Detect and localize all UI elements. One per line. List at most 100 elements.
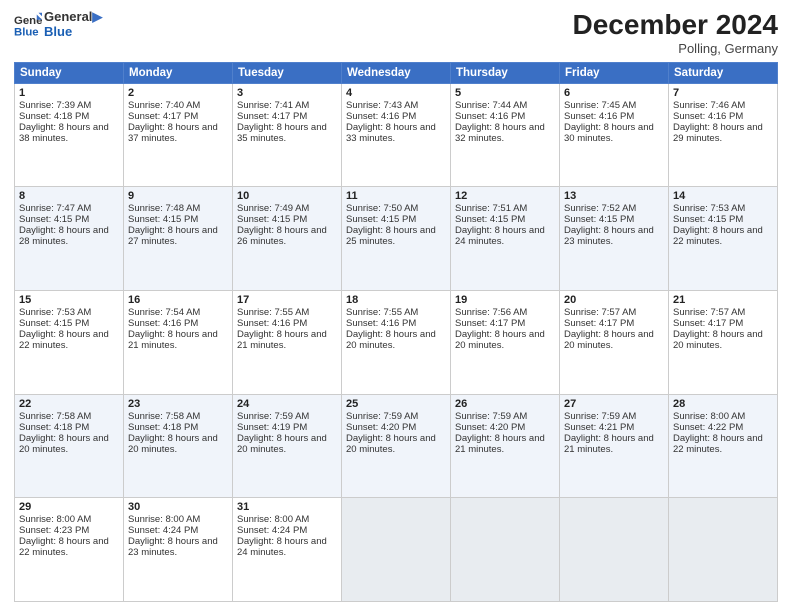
- day-number: 3: [237, 87, 337, 99]
- week-row-2: 8Sunrise: 7:47 AMSunset: 4:15 PMDaylight…: [15, 187, 778, 291]
- day-number: 2: [128, 87, 228, 99]
- sunset-text: Sunset: 4:18 PM: [19, 111, 89, 122]
- sunrise-text: Sunrise: 7:59 AM: [237, 411, 309, 422]
- sunrise-text: Sunrise: 7:53 AM: [673, 203, 745, 214]
- sunrise-text: Sunrise: 7:50 AM: [346, 203, 418, 214]
- sunrise-text: Sunrise: 8:00 AM: [237, 514, 309, 525]
- sunrise-text: Sunrise: 7:49 AM: [237, 203, 309, 214]
- daylight-text: Daylight: 8 hours and 22 minutes.: [673, 433, 763, 455]
- calendar-cell: 11Sunrise: 7:50 AMSunset: 4:15 PMDayligh…: [342, 187, 451, 291]
- calendar-cell: 22Sunrise: 7:58 AMSunset: 4:18 PMDayligh…: [15, 394, 124, 498]
- calendar-cell: 12Sunrise: 7:51 AMSunset: 4:15 PMDayligh…: [451, 187, 560, 291]
- day-number: 24: [237, 398, 337, 410]
- sunset-text: Sunset: 4:17 PM: [128, 111, 198, 122]
- sunrise-text: Sunrise: 8:00 AM: [128, 514, 200, 525]
- calendar-cell: 31Sunrise: 8:00 AMSunset: 4:24 PMDayligh…: [233, 498, 342, 602]
- sunrise-text: Sunrise: 7:58 AM: [19, 411, 91, 422]
- day-number: 27: [564, 398, 664, 410]
- calendar-cell: [669, 498, 778, 602]
- logo-line1: General▶: [44, 10, 102, 25]
- sunset-text: Sunset: 4:15 PM: [455, 214, 525, 225]
- calendar-cell: 24Sunrise: 7:59 AMSunset: 4:19 PMDayligh…: [233, 394, 342, 498]
- calendar-cell: 23Sunrise: 7:58 AMSunset: 4:18 PMDayligh…: [124, 394, 233, 498]
- calendar-cell: [560, 498, 669, 602]
- sunset-text: Sunset: 4:15 PM: [128, 214, 198, 225]
- day-header-monday: Monday: [124, 62, 233, 83]
- day-number: 12: [455, 190, 555, 202]
- calendar-cell: 8Sunrise: 7:47 AMSunset: 4:15 PMDaylight…: [15, 187, 124, 291]
- sunset-text: Sunset: 4:20 PM: [455, 422, 525, 433]
- calendar-cell: 9Sunrise: 7:48 AMSunset: 4:15 PMDaylight…: [124, 187, 233, 291]
- day-number: 11: [346, 190, 446, 202]
- sunset-text: Sunset: 4:23 PM: [19, 525, 89, 536]
- daylight-text: Daylight: 8 hours and 20 minutes.: [128, 433, 218, 455]
- calendar-cell: 26Sunrise: 7:59 AMSunset: 4:20 PMDayligh…: [451, 394, 560, 498]
- sunrise-text: Sunrise: 7:56 AM: [455, 307, 527, 318]
- day-number: 30: [128, 501, 228, 513]
- daylight-text: Daylight: 8 hours and 21 minutes.: [128, 329, 218, 351]
- title-block: December 2024 Polling, Germany: [573, 10, 778, 56]
- calendar-cell: [451, 498, 560, 602]
- day-number: 18: [346, 294, 446, 306]
- daylight-text: Daylight: 8 hours and 20 minutes.: [346, 433, 436, 455]
- day-number: 14: [673, 190, 773, 202]
- day-header-friday: Friday: [560, 62, 669, 83]
- month-title: December 2024: [573, 10, 778, 41]
- day-number: 31: [237, 501, 337, 513]
- calendar-cell: 4Sunrise: 7:43 AMSunset: 4:16 PMDaylight…: [342, 83, 451, 187]
- daylight-text: Daylight: 8 hours and 20 minutes.: [673, 329, 763, 351]
- sunset-text: Sunset: 4:18 PM: [128, 422, 198, 433]
- sunrise-text: Sunrise: 7:54 AM: [128, 307, 200, 318]
- calendar-cell: 27Sunrise: 7:59 AMSunset: 4:21 PMDayligh…: [560, 394, 669, 498]
- calendar-cell: 6Sunrise: 7:45 AMSunset: 4:16 PMDaylight…: [560, 83, 669, 187]
- day-number: 17: [237, 294, 337, 306]
- daylight-text: Daylight: 8 hours and 25 minutes.: [346, 225, 436, 247]
- daylight-text: Daylight: 8 hours and 22 minutes.: [673, 225, 763, 247]
- sunset-text: Sunset: 4:16 PM: [237, 318, 307, 329]
- sunrise-text: Sunrise: 7:41 AM: [237, 100, 309, 111]
- sunset-text: Sunset: 4:17 PM: [564, 318, 634, 329]
- calendar-cell: 17Sunrise: 7:55 AMSunset: 4:16 PMDayligh…: [233, 291, 342, 395]
- calendar-cell: 1Sunrise: 7:39 AMSunset: 4:18 PMDaylight…: [15, 83, 124, 187]
- day-number: 19: [455, 294, 555, 306]
- calendar-cell: 2Sunrise: 7:40 AMSunset: 4:17 PMDaylight…: [124, 83, 233, 187]
- sunset-text: Sunset: 4:19 PM: [237, 422, 307, 433]
- day-number: 5: [455, 87, 555, 99]
- sunrise-text: Sunrise: 7:51 AM: [455, 203, 527, 214]
- day-number: 16: [128, 294, 228, 306]
- daylight-text: Daylight: 8 hours and 21 minutes.: [564, 433, 654, 455]
- sunrise-text: Sunrise: 7:48 AM: [128, 203, 200, 214]
- sunset-text: Sunset: 4:24 PM: [237, 525, 307, 536]
- calendar-cell: 29Sunrise: 8:00 AMSunset: 4:23 PMDayligh…: [15, 498, 124, 602]
- calendar-cell: 7Sunrise: 7:46 AMSunset: 4:16 PMDaylight…: [669, 83, 778, 187]
- calendar-body: 1Sunrise: 7:39 AMSunset: 4:18 PMDaylight…: [15, 83, 778, 601]
- daylight-text: Daylight: 8 hours and 20 minutes.: [346, 329, 436, 351]
- sunrise-text: Sunrise: 7:52 AM: [564, 203, 636, 214]
- daylight-text: Daylight: 8 hours and 20 minutes.: [237, 433, 327, 455]
- daylight-text: Daylight: 8 hours and 20 minutes.: [564, 329, 654, 351]
- day-number: 28: [673, 398, 773, 410]
- sunrise-text: Sunrise: 7:55 AM: [346, 307, 418, 318]
- sunset-text: Sunset: 4:15 PM: [19, 318, 89, 329]
- day-number: 4: [346, 87, 446, 99]
- calendar-cell: 18Sunrise: 7:55 AMSunset: 4:16 PMDayligh…: [342, 291, 451, 395]
- day-number: 15: [19, 294, 119, 306]
- day-header-tuesday: Tuesday: [233, 62, 342, 83]
- calendar-cell: 15Sunrise: 7:53 AMSunset: 4:15 PMDayligh…: [15, 291, 124, 395]
- sunrise-text: Sunrise: 7:57 AM: [564, 307, 636, 318]
- sunset-text: Sunset: 4:16 PM: [346, 111, 416, 122]
- day-number: 25: [346, 398, 446, 410]
- sunrise-text: Sunrise: 7:45 AM: [564, 100, 636, 111]
- week-row-3: 15Sunrise: 7:53 AMSunset: 4:15 PMDayligh…: [15, 291, 778, 395]
- calendar-cell: 20Sunrise: 7:57 AMSunset: 4:17 PMDayligh…: [560, 291, 669, 395]
- calendar-cell: 3Sunrise: 7:41 AMSunset: 4:17 PMDaylight…: [233, 83, 342, 187]
- calendar-cell: [342, 498, 451, 602]
- sunset-text: Sunset: 4:18 PM: [19, 422, 89, 433]
- calendar-cell: 5Sunrise: 7:44 AMSunset: 4:16 PMDaylight…: [451, 83, 560, 187]
- daylight-text: Daylight: 8 hours and 35 minutes.: [237, 122, 327, 144]
- sunset-text: Sunset: 4:15 PM: [19, 214, 89, 225]
- day-number: 29: [19, 501, 119, 513]
- sunrise-text: Sunrise: 7:47 AM: [19, 203, 91, 214]
- daylight-text: Daylight: 8 hours and 22 minutes.: [19, 536, 109, 558]
- daylight-text: Daylight: 8 hours and 24 minutes.: [455, 225, 545, 247]
